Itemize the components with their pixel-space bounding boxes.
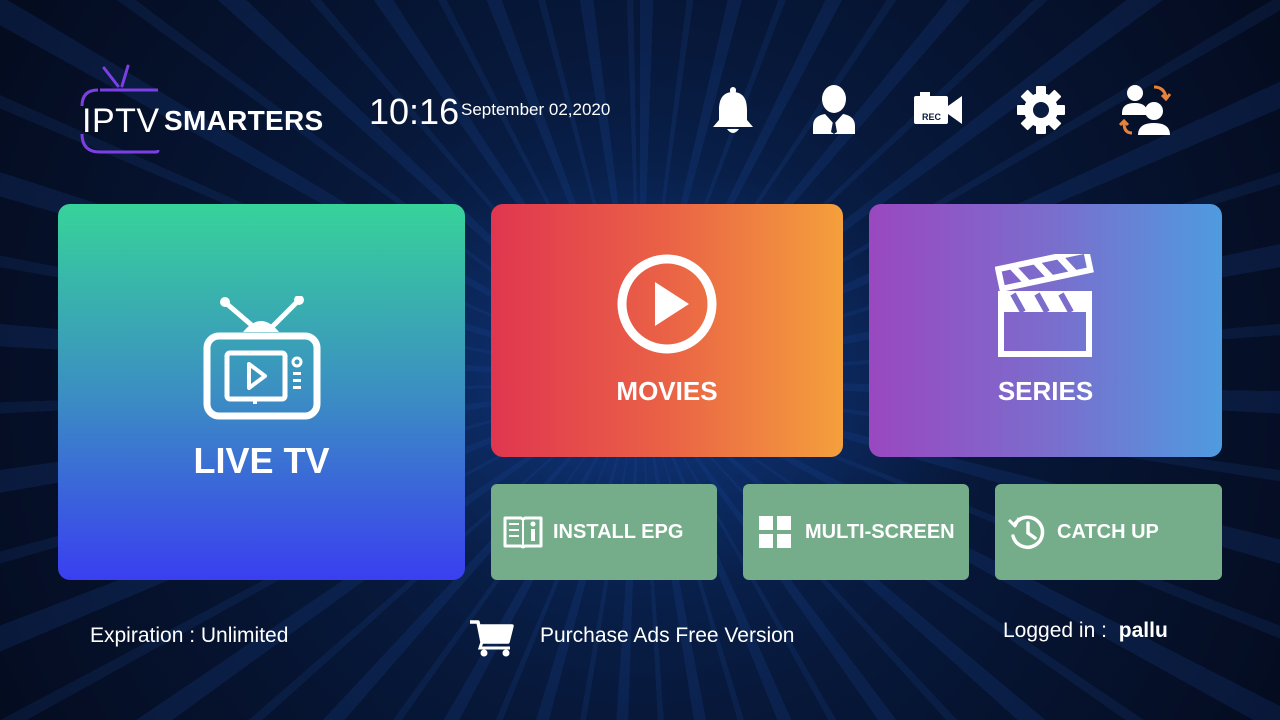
notifications-button[interactable] <box>703 82 763 138</box>
multi-screen-label: MULTI-SCREEN <box>805 521 955 543</box>
live-tv-label: LIVE TV <box>193 440 330 481</box>
switch-user-button[interactable] <box>1116 82 1176 138</box>
movies-label: MOVIES <box>616 376 718 406</box>
clapperboard-icon <box>995 254 1094 357</box>
app-logo: IPTV SMARTERS <box>78 64 328 159</box>
series-label: SERIES <box>997 376 1094 406</box>
gear-icon <box>1017 86 1065 134</box>
username: pallu <box>1118 619 1168 642</box>
logo-text-iptv: IPTV <box>82 102 160 140</box>
purchase-ads-free-button[interactable]: Purchase Ads Free Version <box>468 618 808 660</box>
grid-icon <box>759 516 791 548</box>
record-badge: REC <box>922 112 942 122</box>
catch-up-button[interactable]: CATCH UP <box>995 484 1222 580</box>
logged-in-status: Logged in : pallu <box>1003 619 1168 643</box>
install-epg-button[interactable]: INSTALL EPG <box>491 484 717 580</box>
user-profile-icon <box>813 85 855 134</box>
tv-icon <box>203 296 321 420</box>
recordings-button[interactable]: REC <box>908 82 968 138</box>
movies-tile[interactable]: MOVIES <box>491 204 843 457</box>
record-camera-icon <box>914 92 962 124</box>
purchase-label: Purchase Ads Free Version <box>540 624 795 647</box>
multi-screen-button[interactable]: MULTI-SCREEN <box>743 484 969 580</box>
book-info-icon <box>503 516 543 549</box>
play-icon <box>617 254 717 354</box>
settings-button[interactable] <box>1011 82 1071 138</box>
switch-user-icon <box>1118 85 1172 135</box>
clock-time: 10:16 <box>369 91 460 132</box>
catch-up-label: CATCH UP <box>1057 521 1159 543</box>
logged-in-label: Logged in : <box>1003 619 1107 642</box>
live-tv-tile[interactable]: LIVE TV <box>58 204 465 580</box>
series-tile[interactable]: SERIES <box>869 204 1222 457</box>
bell-icon <box>713 87 753 133</box>
install-epg-label: INSTALL EPG <box>553 521 684 543</box>
clock-date: September 02,2020 <box>461 100 611 119</box>
shopping-cart-icon <box>470 620 514 657</box>
profile-button[interactable] <box>804 82 864 138</box>
expiration-text: Expiration : Unlimited <box>90 624 289 647</box>
logo-text-smarters: SMARTERS <box>164 105 324 136</box>
history-clock-icon <box>1007 515 1045 549</box>
